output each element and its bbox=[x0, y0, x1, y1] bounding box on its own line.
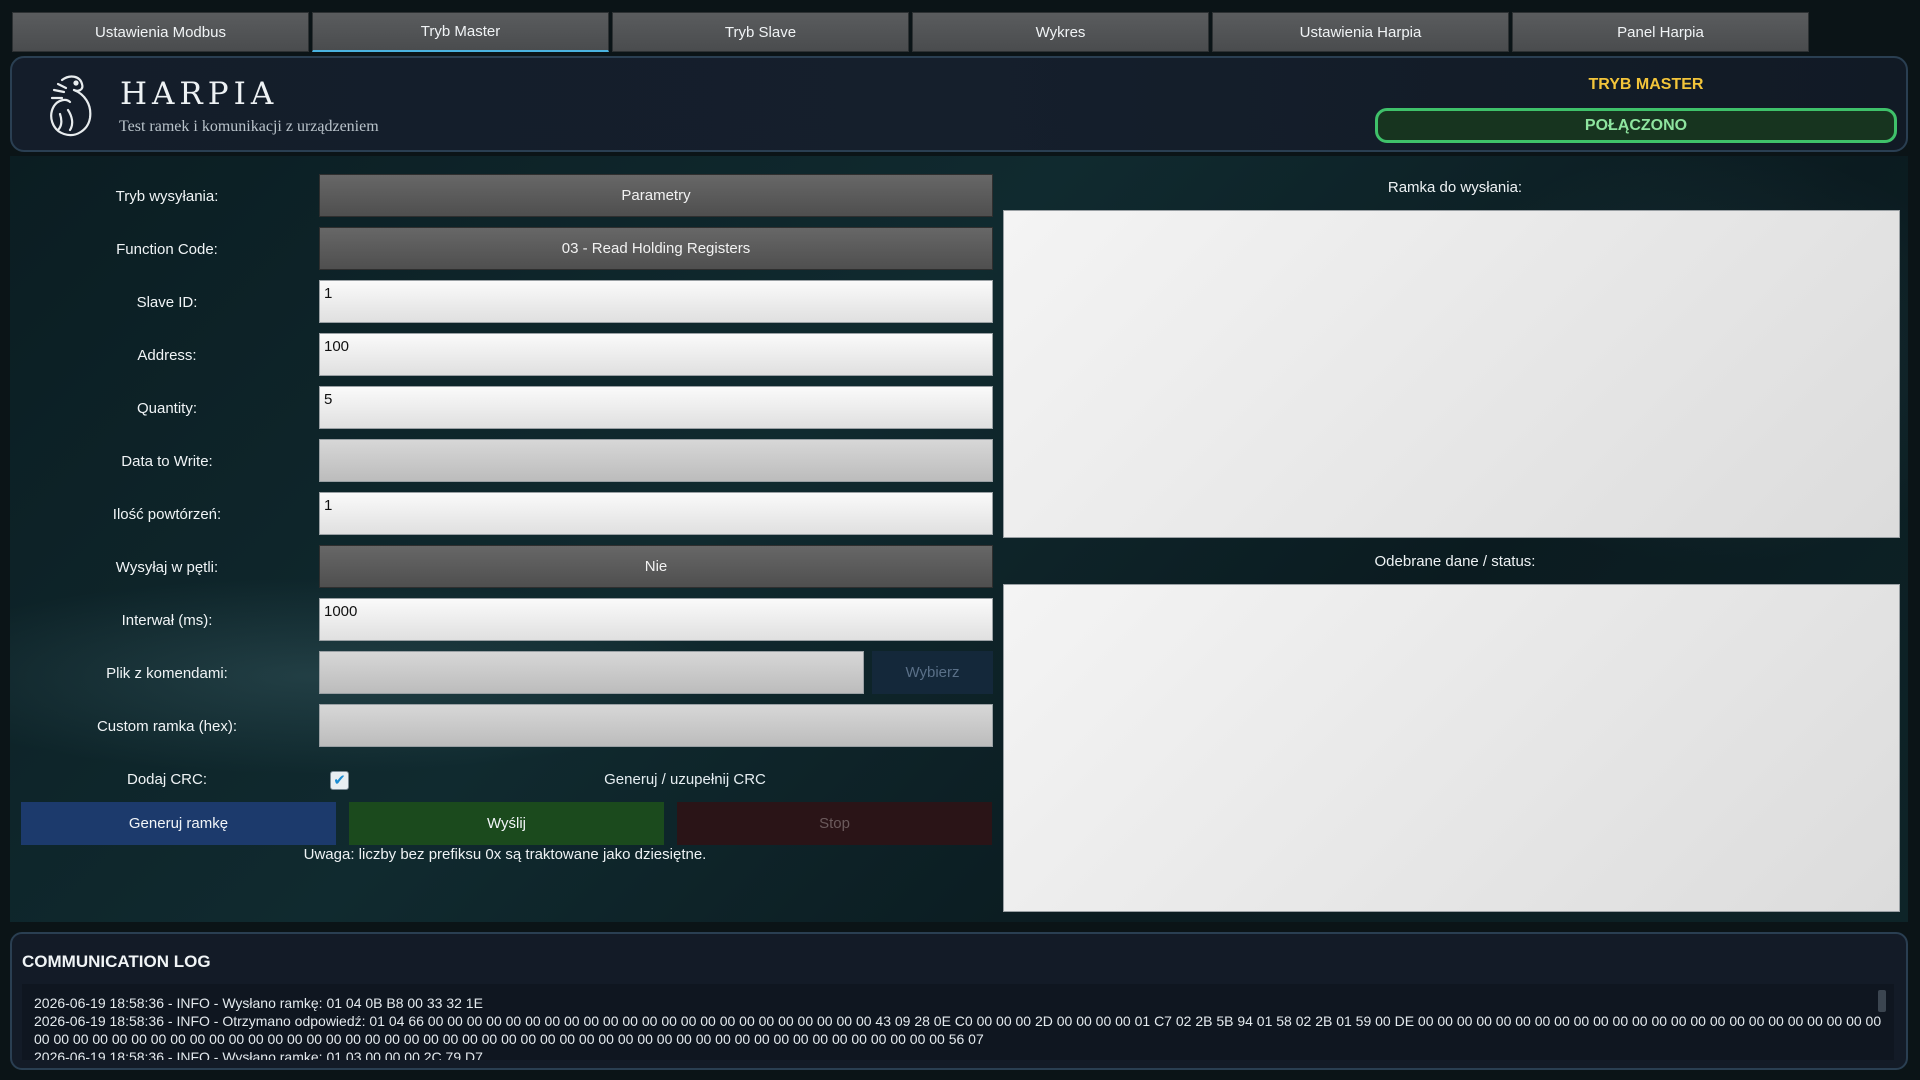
generate-crc-button[interactable]: Generuj / uzupełnij CRC bbox=[510, 757, 860, 801]
log-line: 2026-06-19 18:58:36 - INFO - Otrzymano o… bbox=[34, 1013, 1882, 1047]
decimal-note: Uwaga: liczby bez prefiksu 0x są traktow… bbox=[303, 846, 707, 863]
choose-file-button[interactable]: Wybierz bbox=[872, 651, 993, 694]
tab-chart[interactable]: Wykres bbox=[912, 12, 1209, 52]
tab-modbus-settings[interactable]: Ustawienia Modbus bbox=[12, 12, 309, 52]
add-crc-label: Dodaj CRC: bbox=[126, 770, 208, 788]
frame-to-send-textarea[interactable] bbox=[1003, 210, 1900, 538]
row-custom-frame: Custom ramka (hex): bbox=[10, 704, 1000, 748]
stop-button[interactable]: Stop bbox=[677, 802, 992, 845]
master-mode-panel: Tryb wysyłania: Parametry Function Code:… bbox=[10, 156, 1908, 922]
loop-label: Wysyłaj w pętli: bbox=[115, 558, 219, 576]
add-crc-checkbox[interactable]: ✔ bbox=[330, 771, 349, 790]
log-scrollbar[interactable] bbox=[1878, 990, 1886, 1012]
interval-input[interactable]: 1000 bbox=[319, 598, 993, 641]
row-interval: Interwał (ms): 1000 bbox=[10, 598, 1000, 642]
row-command-file: Plik z komendami: Wybierz bbox=[10, 651, 1000, 695]
custom-frame-input[interactable] bbox=[319, 704, 993, 747]
tab-slave-mode[interactable]: Tryb Slave bbox=[612, 12, 909, 52]
slave-id-input[interactable]: 1 bbox=[319, 280, 993, 323]
row-send-mode: Tryb wysyłania: Parametry bbox=[10, 174, 1000, 218]
function-code-select[interactable]: 03 - Read Holding Registers bbox=[319, 227, 993, 270]
row-repeat-count: Ilość powtórzeń: 1 bbox=[10, 492, 1000, 536]
log-line: 2026-06-19 18:58:36 - INFO - Wysłano ram… bbox=[34, 995, 483, 1011]
function-code-label: Function Code: bbox=[116, 240, 218, 258]
data-to-write-input[interactable] bbox=[319, 439, 993, 482]
received-data-title: Odebrane dane / status: bbox=[1374, 553, 1536, 570]
checkmark-icon: ✔ bbox=[333, 772, 346, 789]
row-loop: Wysyłaj w pętli: Nie bbox=[10, 545, 1000, 589]
repeat-count-input[interactable]: 1 bbox=[319, 492, 993, 535]
custom-frame-label: Custom ramka (hex): bbox=[96, 717, 238, 735]
repeat-count-label: Ilość powtórzeń: bbox=[112, 505, 222, 523]
tab-master-mode[interactable]: Tryb Master bbox=[312, 12, 609, 52]
slave-id-label: Slave ID: bbox=[136, 293, 198, 311]
address-input[interactable]: 100 bbox=[319, 333, 993, 376]
app-subtitle: Test ramek i komunikacji z urządzeniem bbox=[119, 118, 379, 135]
row-data-to-write: Data to Write: bbox=[10, 439, 1000, 483]
generate-frame-button[interactable]: Generuj ramkę bbox=[21, 802, 336, 845]
communication-log-panel: COMMUNICATION LOG 2026-06-19 18:58:36 - … bbox=[10, 932, 1908, 1070]
tab-bar: Ustawienia Modbus Tryb Master Tryb Slave… bbox=[12, 12, 1809, 53]
tab-harpia-panel[interactable]: Panel Harpia bbox=[1512, 12, 1809, 52]
loop-select[interactable]: Nie bbox=[319, 545, 993, 588]
row-slave-id: Slave ID: 1 bbox=[10, 280, 1000, 324]
row-function-code: Function Code: 03 - Read Holding Registe… bbox=[10, 227, 1000, 271]
tab-harpia-settings[interactable]: Ustawienia Harpia bbox=[1212, 12, 1509, 52]
command-file-label: Plik z komendami: bbox=[106, 664, 228, 682]
send-button[interactable]: Wyślij bbox=[349, 802, 664, 845]
harpia-bird-logo-icon bbox=[50, 75, 92, 137]
data-to-write-label: Data to Write: bbox=[121, 452, 213, 470]
frame-to-send-title: Ramka do wysłania: bbox=[1387, 179, 1523, 196]
row-address: Address: 100 bbox=[10, 333, 1000, 377]
command-file-input[interactable] bbox=[319, 651, 864, 694]
log-line: 2026-06-19 18:58:36 - INFO - Wysłano ram… bbox=[34, 1049, 483, 1060]
row-quantity: Quantity: 5 bbox=[10, 386, 1000, 430]
send-mode-select[interactable]: Parametry bbox=[319, 174, 993, 217]
app-brand-title: HARPIA bbox=[120, 76, 279, 112]
row-add-crc: Dodaj CRC: ✔ Generuj / uzupełnij CRC bbox=[10, 757, 1000, 801]
interval-label: Interwał (ms): bbox=[121, 611, 213, 629]
quantity-input[interactable]: 5 bbox=[319, 386, 993, 429]
communication-log-box[interactable]: 2026-06-19 18:58:36 - INFO - Wysłano ram… bbox=[22, 984, 1894, 1060]
received-data-textarea[interactable] bbox=[1003, 584, 1900, 912]
communication-log-title: COMMUNICATION LOG bbox=[22, 952, 211, 971]
send-mode-label: Tryb wysyłania: bbox=[115, 187, 219, 205]
quantity-label: Quantity: bbox=[136, 399, 198, 417]
app-header: HARPIA Test ramek i komunikacji z urządz… bbox=[10, 56, 1908, 152]
mode-label: TRYB MASTER bbox=[1588, 76, 1704, 93]
connection-status-badge: POŁĄCZONO bbox=[1375, 108, 1897, 143]
address-label: Address: bbox=[137, 346, 197, 364]
